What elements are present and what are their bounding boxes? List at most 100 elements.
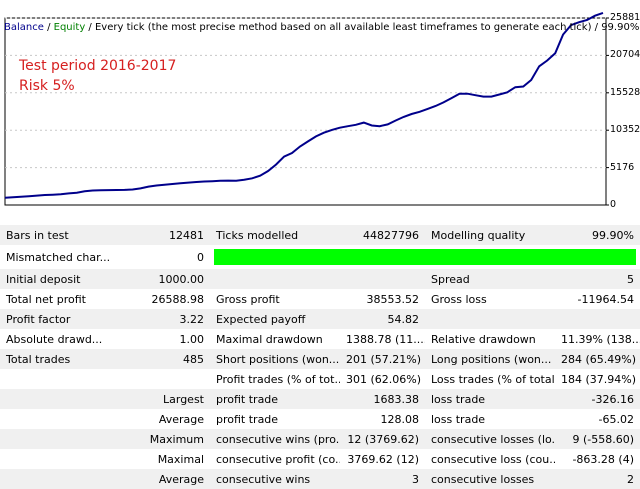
stat-label: Ticks modelled [210,225,340,245]
stat-label [0,429,115,449]
stat-value: -11964.54 [555,289,640,309]
stat-value [115,369,210,389]
stat-value [555,309,640,329]
stats-table: Bars in test 12481 Ticks modelled 44827796 M… [0,225,640,489]
stat-label: Gross profit [210,289,340,309]
stat-label [425,309,555,329]
stat-value: Average [115,469,210,489]
stats-row: Bars in test 12481 Ticks modelled 44827796 M… [0,225,640,245]
stat-label: Spread [425,269,555,289]
modelling-quality-bar-cell [210,245,640,269]
stat-label: profit trade [210,409,340,429]
stats-row: Total net profit 26588.98 Gross profit 3855… [0,289,640,309]
stat-label: Absolute drawd... [0,329,115,349]
y-tick-label: 5176 [610,161,635,173]
stats-row: Maximal consecutive profit (co... 3769.62 … [0,449,640,469]
stats-row: Total trades 485 Short positions (won... 20… [0,349,640,369]
stat-label [0,469,115,489]
stat-value: Largest [115,389,210,409]
stat-label: consecutive losses (lo... [425,429,555,449]
stat-label: Initial deposit [0,269,115,289]
stat-label [0,409,115,429]
stat-label: Relative drawdown [425,329,555,349]
stat-label: consecutive wins [210,469,340,489]
stat-value: 1683.38 [340,389,425,409]
stat-value: 485 [115,349,210,369]
stat-label: Total trades [0,349,115,369]
stat-label: Profit trades (% of tot... [210,369,340,389]
stat-value: 0 [115,245,210,269]
overlay-test-period: Test period 2016-2017 [19,58,177,74]
stat-value: 5 [555,269,640,289]
stat-label: Long positions (won... [425,349,555,369]
stat-label: loss trade [425,389,555,409]
stat-label: Mismatched char... [0,245,115,269]
stat-value: 11.39% (138... [555,329,640,349]
stat-value: 38553.52 [340,289,425,309]
stat-label: Gross loss [425,289,555,309]
stat-value: 9 (-558.60) [555,429,640,449]
y-tick-label: 25881 [610,12,640,23]
stats-row: Maximum consecutive wins (pro... 12 (3769.… [0,429,640,449]
stat-value: 284 (65.49%) [555,349,640,369]
legend-description: / Every tick (the most precise method ba… [85,22,640,33]
stat-value: 2 [555,469,640,489]
stat-value: 201 (57.21%) [340,349,425,369]
stat-label: Modelling quality [425,225,555,245]
stat-value: 1000.00 [115,269,210,289]
plot-frame [4,17,607,206]
stat-value: -326.16 [555,389,640,409]
stat-value: 12481 [115,225,210,245]
stat-label: consecutive losses [425,469,555,489]
stat-value: -863.28 (4) [555,449,640,469]
legend-balance: Balance [4,22,44,33]
overlay-risk: Risk 5% [19,78,75,94]
stat-label: Loss trades (% of total) [425,369,555,389]
stat-label: Total net profit [0,289,115,309]
stat-label: consecutive wins (pro... [210,429,340,449]
chart-header: Balance / Equity / Every tick (the most … [4,22,639,33]
stats-row: Mismatched char... 0 [0,245,640,269]
stat-label: Short positions (won... [210,349,340,369]
stat-value: 54.82 [340,309,425,329]
stats-row: Average profit trade 128.08 loss trade -65.0… [0,409,640,429]
stat-label: Expected payoff [210,309,340,329]
stat-label: Profit factor [0,309,115,329]
stat-label: Bars in test [0,225,115,245]
stats-row: Largest profit trade 1683.38 loss trade -326… [0,389,640,409]
stat-value: 44827796 [340,225,425,245]
stat-value: 99.90% [555,225,640,245]
balance-chart: Balance / Equity / Every tick (the most … [0,0,640,213]
stat-label: consecutive profit (co... [210,449,340,469]
stats-row: Profit trades (% of tot... 301 (62.06%) Lo… [0,369,640,389]
stat-label: Maximal drawdown [210,329,340,349]
stat-label: profit trade [210,389,340,409]
stats-row: Profit factor 3.22 Expected payoff 54.82 [0,309,640,329]
stat-label [0,449,115,469]
stat-label [0,389,115,409]
stat-value: Average [115,409,210,429]
stat-value: Maximal [115,449,210,469]
legend-equity: Equity [53,22,86,33]
y-tick-label: 0 [610,199,617,210]
stat-label [0,369,115,389]
stat-value: 301 (62.06%) [340,369,425,389]
stat-value: 12 (3769.62) [340,429,425,449]
modelling-quality-bar [214,249,636,265]
stat-label: loss trade [425,409,555,429]
stat-label [210,269,340,289]
stat-value: 3.22 [115,309,210,329]
stat-label: consecutive loss (cou... [425,449,555,469]
stat-value: -65.02 [555,409,640,429]
stat-value: 3769.62 (12) [340,449,425,469]
stats-row: Absolute drawd... 1.00 Maximal drawdown 138… [0,329,640,349]
stat-value: 3 [340,469,425,489]
stat-value: 128.08 [340,409,425,429]
stat-value: 1.00 [115,329,210,349]
stat-value: 26588.98 [115,289,210,309]
y-tick-label: 20704 [610,49,640,61]
y-tick-label: 15528 [610,86,640,98]
stat-value: Maximum [115,429,210,449]
stats-row: Initial deposit 1000.00 Spread 5 [0,269,640,289]
legend-sep: / [43,22,54,33]
